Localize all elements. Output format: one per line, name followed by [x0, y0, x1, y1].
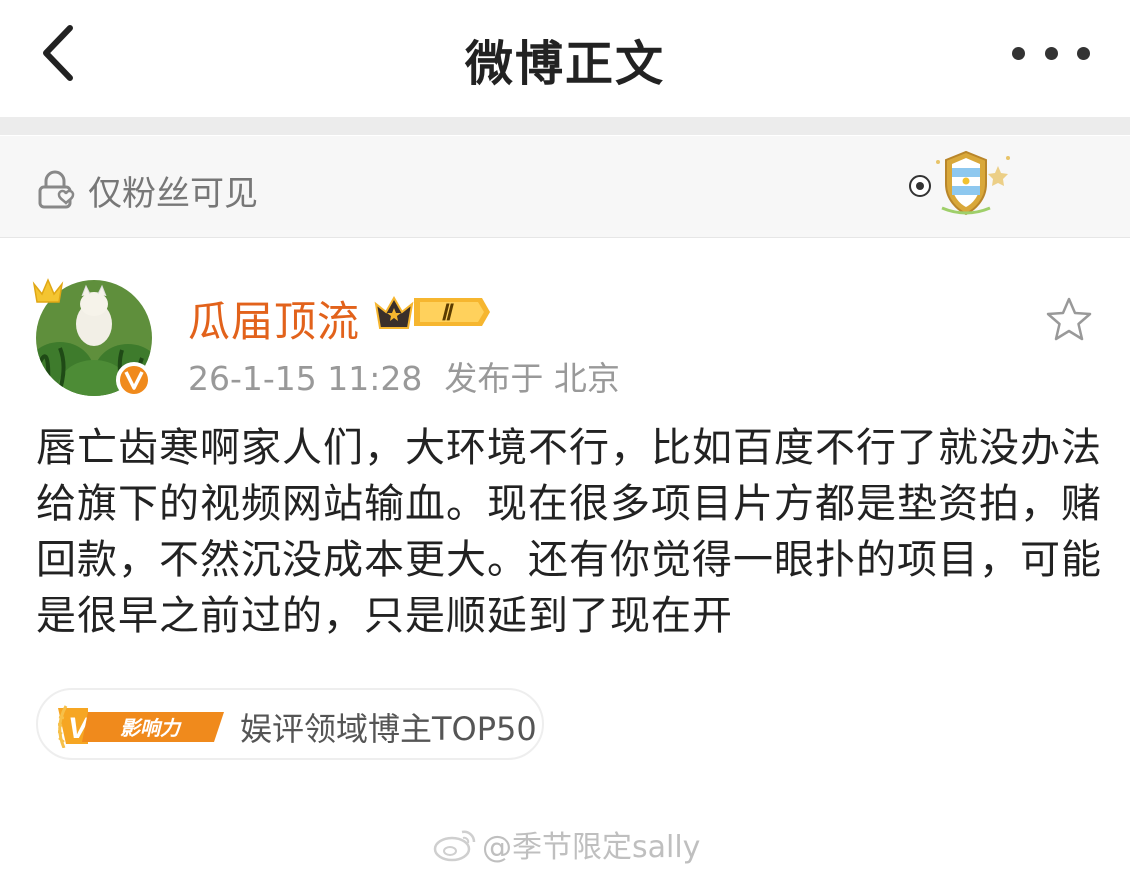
more-options-button[interactable]	[1012, 36, 1090, 70]
post-meta: 26-1-15 11:28 发布于 北京	[188, 352, 642, 400]
post-timestamp: 26-1-15 11:28	[188, 359, 423, 398]
author-avatar[interactable]	[30, 262, 160, 402]
svg-text:影响力: 影响力	[120, 716, 182, 740]
star-outline-icon	[1046, 297, 1092, 341]
influence-tag[interactable]: V 影响力 娱评领域博主TOP50	[36, 688, 544, 760]
post-text: 唇亡齿寒啊家人们，大环境不行，比如百度不行了就没办法给旗下的视频网站输血。现在很…	[36, 425, 1102, 639]
author-name[interactable]: 瓜届顶流	[188, 288, 360, 349]
argentina-shield-badge	[909, 150, 1010, 216]
watermark-text: @季节限定sally	[482, 830, 701, 865]
section-divider	[0, 117, 1130, 135]
visibility-label: 仅粉丝可见	[88, 174, 258, 214]
lock-heart-icon	[38, 170, 75, 209]
top-nav-bar: 微博正文	[0, 0, 1130, 115]
influence-label: 娱评领域博主TOP50	[240, 710, 537, 748]
post-location: 发布于 北京	[444, 359, 620, 398]
watermark: @季节限定sally	[432, 822, 700, 866]
avatar	[32, 278, 152, 398]
more-horizontal-icon	[1012, 46, 1025, 60]
page-title: 微博正文	[464, 36, 665, 92]
favorite-button[interactable]	[1044, 296, 1094, 344]
influence-logo-icon: V 影响力	[58, 705, 224, 748]
weibo-logo-icon	[433, 830, 476, 862]
crown-vip-badge[interactable]: Ⅱ	[374, 292, 490, 332]
